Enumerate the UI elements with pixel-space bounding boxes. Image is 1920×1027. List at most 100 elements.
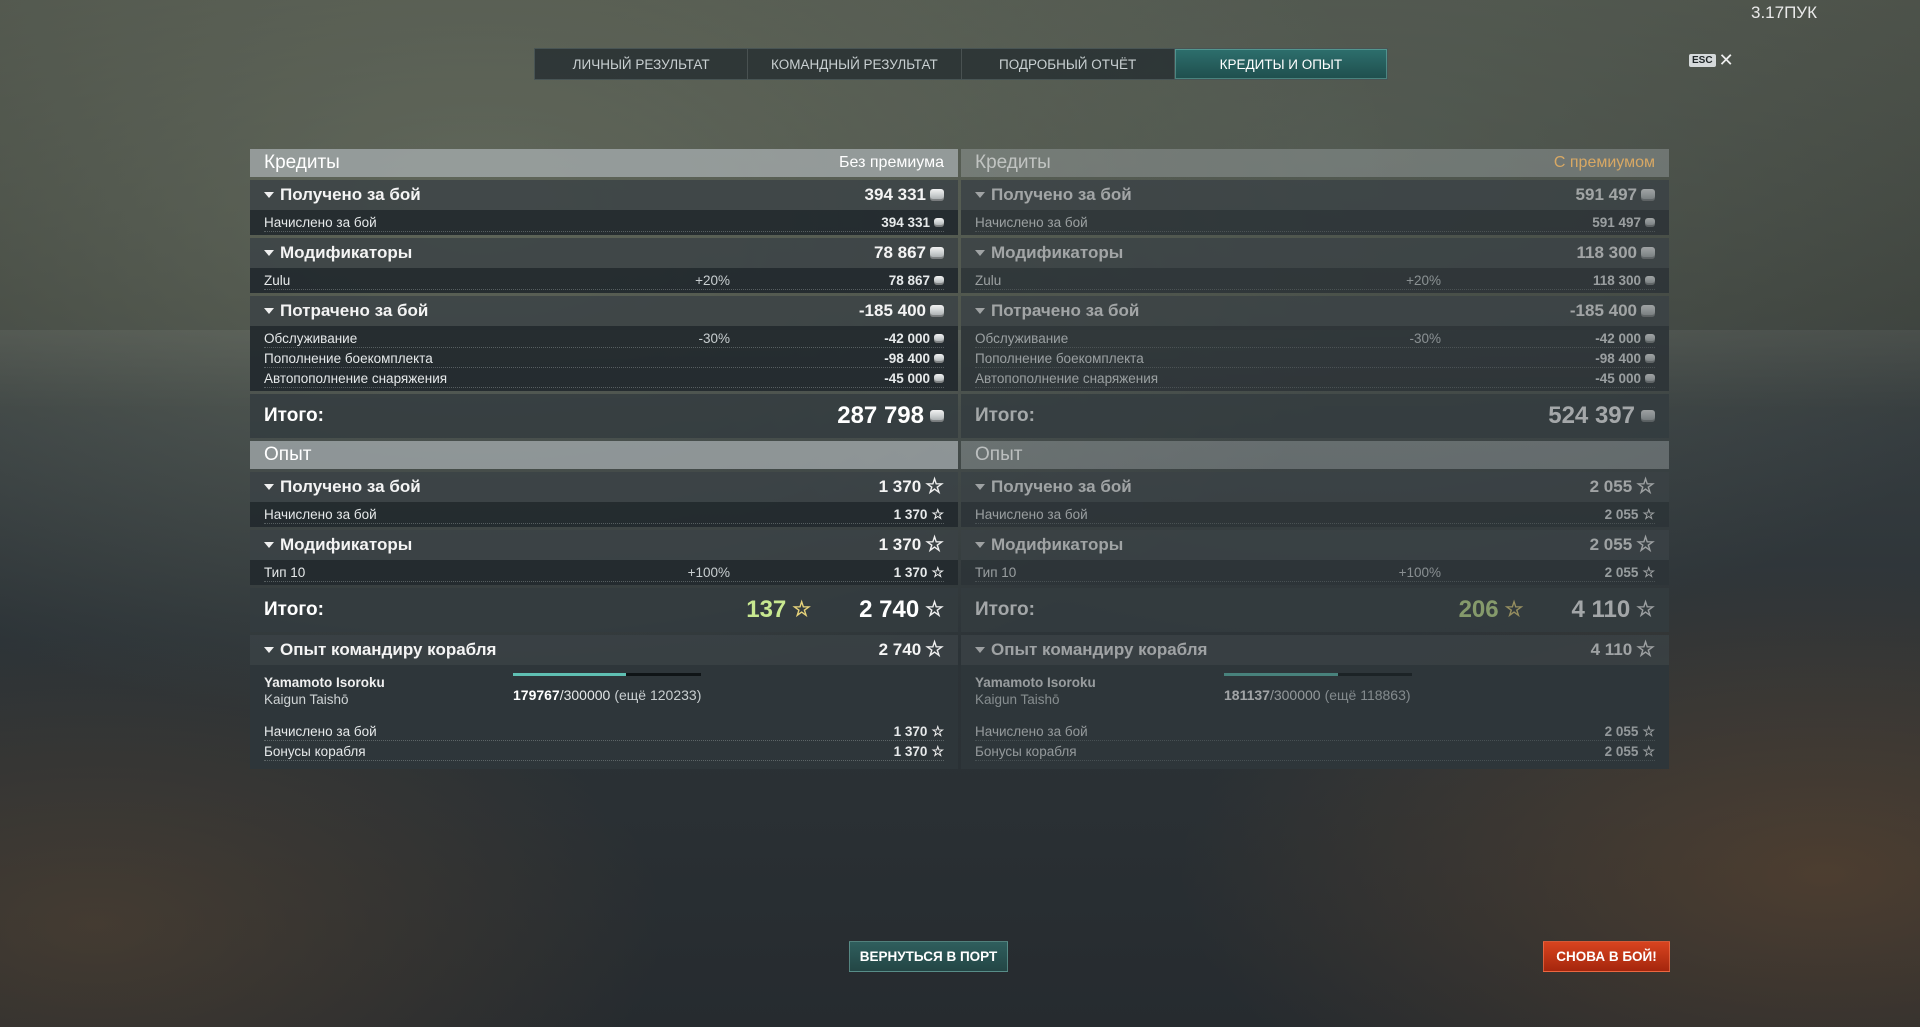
row-amount: 591 497 xyxy=(1592,214,1641,230)
xp-total-values: 206 ☆ 4 110 ☆ xyxy=(1459,596,1655,624)
section-rows: Zulu +20% 78 867 xyxy=(250,268,958,293)
star-xp-icon: ☆ xyxy=(1636,638,1655,661)
commander-xp-progress-bar xyxy=(1224,673,1412,676)
commander-xp-current: 179767 xyxy=(513,687,560,703)
free-xp-star-icon: ☆ xyxy=(792,598,812,621)
commander-xp-rows: Начислено за бой 1 370 ☆ Бонусы корабля 1 37… xyxy=(250,721,958,761)
section-header[interactable]: Модификаторы 78 867 xyxy=(250,238,958,268)
xp-header: Опыт xyxy=(250,441,958,469)
section-header[interactable]: Получено за бой 394 331 xyxy=(250,180,958,210)
commander-xp-remaining: (ещё 118863) xyxy=(1324,687,1411,703)
row-label: Тип 10 xyxy=(264,564,306,580)
section-header[interactable]: Модификаторы 2 055 ☆ xyxy=(961,530,1669,560)
commander-xp-current: 181137 xyxy=(1224,687,1270,703)
credits-spent-section: Потрачено за бой -185 400 Обслуживание -30%… xyxy=(250,296,958,391)
list-item: Начислено за бой 1 370 ☆ xyxy=(250,721,958,741)
battle-again-button[interactable]: СНОВА В БОЙ! xyxy=(1543,941,1670,972)
row-value: -98 400 xyxy=(884,351,944,366)
row-amount: -45 000 xyxy=(884,370,930,386)
row-amount: 118 300 xyxy=(1592,272,1641,288)
section-header[interactable]: Получено за бой 591 497 xyxy=(961,180,1669,210)
star-xp-icon: ☆ xyxy=(931,743,944,759)
commander-card: Yamamoto Isoroku Kaigun Taishō 179767/30… xyxy=(250,673,958,721)
free-xp-value: 137 ☆ xyxy=(746,596,811,624)
section-header[interactable]: Модификаторы 1 370 ☆ xyxy=(250,530,958,560)
row-label: Начислено за бой xyxy=(975,214,1088,230)
tab-personal-result[interactable]: ЛИЧНЫЙ РЕЗУЛЬТАТ xyxy=(535,49,749,79)
row-amount: 1 370 xyxy=(893,506,928,522)
close-icon: ✕ xyxy=(1718,50,1734,70)
xp-earned-section: Получено за бой 1 370 ☆ Начислено за бой 1 3… xyxy=(250,472,958,527)
panel-with-premium: Кредиты С премиумом Получено за бой 591 4… xyxy=(961,149,1669,769)
premium-status-label: С премиумом xyxy=(1553,154,1655,171)
row-label: Zulu xyxy=(264,272,291,288)
free-xp-star-icon: ☆ xyxy=(1504,598,1524,621)
commander-xp-progress-fill xyxy=(1224,673,1338,676)
list-item: Zulu +20% 78 867 xyxy=(250,270,958,290)
credits-earned-section: Получено за бой 394 331 Начислено за бой 39… xyxy=(250,180,958,235)
section-header[interactable]: Потрачено за бой -185 400 xyxy=(961,296,1669,326)
credit-coin-icon xyxy=(930,189,944,201)
tab-team-result[interactable]: КОМАНДНЫЙ РЕЗУЛЬТАТ xyxy=(748,49,962,79)
return-to-port-button[interactable]: ВЕРНУТЬСЯ В ПОРТ xyxy=(849,941,1008,972)
credit-coin-icon xyxy=(934,333,944,343)
section-value: 591 497 xyxy=(1575,185,1637,204)
list-item: Бонусы корабля 2 055 ☆ xyxy=(961,741,1669,761)
tab-credits-and-xp[interactable]: КРЕДИТЫ И ОПЫТ xyxy=(1174,49,1387,79)
section-label: Получено за бой xyxy=(280,477,421,496)
row-value: 1 370 ☆ xyxy=(894,507,944,522)
commander-xp-value: 2 740 xyxy=(878,640,922,659)
row-value: 394 331 xyxy=(881,215,944,230)
list-item: Тип 10 +100% 2 055 ☆ xyxy=(961,562,1669,582)
credits-total-label: Итого: xyxy=(264,405,324,426)
credit-coin-icon xyxy=(934,275,944,285)
credit-coin-icon xyxy=(1645,217,1655,227)
row-value: 78 867 xyxy=(889,273,944,288)
row-amount: -98 400 xyxy=(884,350,930,366)
section-header[interactable]: Модификаторы 118 300 xyxy=(961,238,1669,268)
credit-coin-icon xyxy=(1645,275,1655,285)
section-rows: Тип 10 +100% 2 055 ☆ xyxy=(961,560,1669,585)
section-header[interactable]: Получено за бой 1 370 ☆ xyxy=(250,472,958,502)
triangle-down-icon xyxy=(264,250,274,256)
list-item: Пополнение боекомплекта -98 400 xyxy=(961,348,1669,368)
row-percent: +100% xyxy=(687,564,730,580)
section-header[interactable]: Потрачено за бой -185 400 xyxy=(250,296,958,326)
credit-coin-icon xyxy=(1645,353,1655,363)
row-amount: -98 400 xyxy=(1595,350,1641,366)
credit-coin-icon xyxy=(930,247,944,259)
row-label: Начислено за бой xyxy=(264,506,377,522)
row-amount: 78 867 xyxy=(888,272,930,288)
commander-xp-header[interactable]: Опыт командиру корабля 2 740 ☆ xyxy=(250,635,958,665)
commander-xp-progress-text: 181137/300000 (ещё 118863) xyxy=(1224,687,1411,703)
row-percent: +20% xyxy=(1406,272,1441,288)
close-button[interactable]: ESC ✕ xyxy=(1689,50,1734,70)
triangle-down-icon xyxy=(975,484,985,490)
list-item: Обслуживание -30% -42 000 xyxy=(961,328,1669,348)
row-label: Бонусы корабля xyxy=(975,743,1077,759)
commander-xp-progress-fill xyxy=(513,673,626,676)
row-amount: 1 370 xyxy=(893,743,928,759)
xp-total-label: Итого: xyxy=(975,599,1035,620)
free-xp-amount: 137 xyxy=(746,596,787,623)
row-label: Обслуживание xyxy=(975,330,1069,346)
row-amount: -42 000 xyxy=(884,330,930,346)
row-percent: -30% xyxy=(1409,330,1441,346)
row-label: Бонусы корабля xyxy=(264,743,366,759)
section-value: 2 055 xyxy=(1589,535,1633,554)
section-header[interactable]: Получено за бой 2 055 ☆ xyxy=(961,472,1669,502)
row-value: 1 370 ☆ xyxy=(894,565,944,580)
commander-xp-value: 4 110 xyxy=(1590,640,1633,659)
row-value: 1 370 ☆ xyxy=(894,744,944,759)
section-value: 1 370 xyxy=(878,535,922,554)
tab-detailed-report[interactable]: ПОДРОБНЫЙ ОТЧЁТ xyxy=(962,49,1175,79)
triangle-down-icon xyxy=(264,647,274,653)
row-value: 2 055 ☆ xyxy=(1605,565,1655,580)
section-value: 1 370 xyxy=(878,477,922,496)
credits-total-amount: 524 397 xyxy=(1548,402,1635,429)
credit-coin-icon xyxy=(930,410,944,422)
commander-xp-header[interactable]: Опыт командиру корабля 4 110 ☆ xyxy=(961,635,1669,665)
row-label: Начислено за бой xyxy=(264,723,377,739)
list-item: Автопополнение снаряжения -45 000 xyxy=(961,368,1669,388)
row-percent: +20% xyxy=(695,272,730,288)
